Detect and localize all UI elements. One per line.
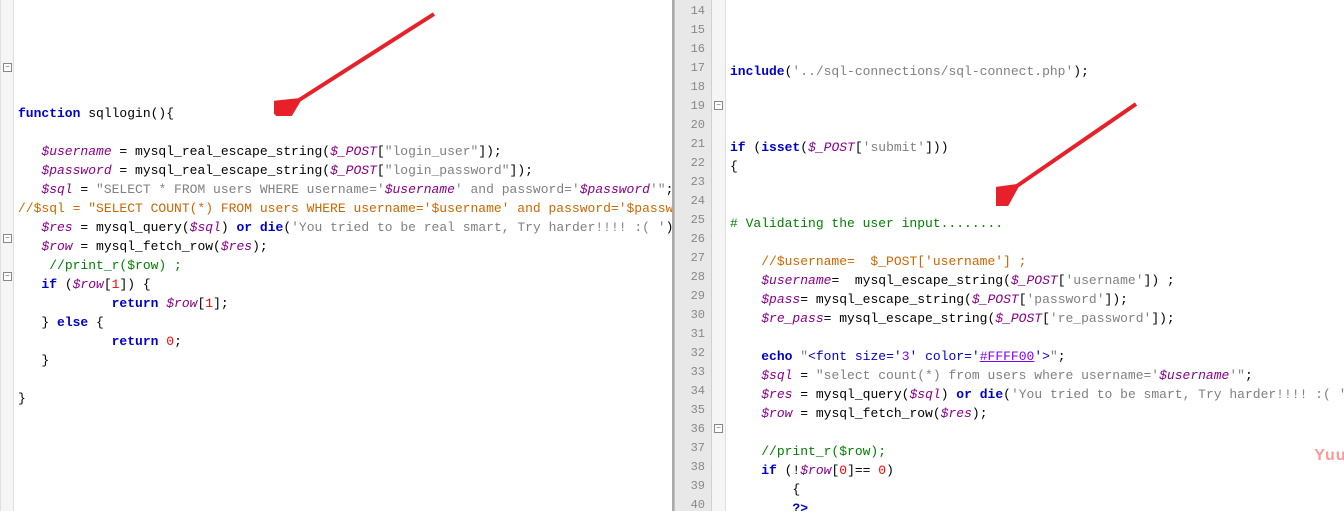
code-line[interactable]: $username= mysql_escape_string($_POST['u… [730, 271, 1344, 290]
code-line[interactable]: //print_r($row); [730, 442, 1344, 461]
code-line[interactable] [730, 233, 1344, 252]
code-line[interactable] [730, 119, 1344, 138]
line-number[interactable]: 26 [675, 230, 711, 249]
right-editor-pane: 1415161718192021222324252627282930313233… [674, 0, 1344, 511]
line-number[interactable]: 37 [675, 439, 711, 458]
code-line[interactable]: function sqllogin(){ [18, 104, 672, 123]
line-number[interactable]: 28 [675, 268, 711, 287]
fold-toggle-icon[interactable]: − [3, 63, 12, 72]
line-number[interactable]: 34 [675, 382, 711, 401]
line-number[interactable]: 38 [675, 458, 711, 477]
code-line[interactable]: $row = mysql_fetch_row($res); [730, 404, 1344, 423]
code-line[interactable] [18, 408, 672, 427]
code-line[interactable]: if (isset($_POST['submit'])) [730, 138, 1344, 157]
code-line[interactable] [730, 328, 1344, 347]
line-number[interactable]: 31 [675, 325, 711, 344]
line-number[interactable]: 33 [675, 363, 711, 382]
code-line[interactable]: //$username= $_POST['username'] ; [730, 252, 1344, 271]
code-line[interactable] [18, 446, 672, 465]
line-number[interactable]: 36 [675, 420, 711, 439]
line-number[interactable]: 17 [675, 59, 711, 78]
code-line[interactable]: $res = mysql_query($sql) or die('You tri… [18, 218, 672, 237]
line-number[interactable]: 16 [675, 40, 711, 59]
fold-toggle-icon[interactable]: − [714, 101, 723, 110]
left-fold-gutter[interactable]: − − − [0, 0, 14, 511]
code-line[interactable]: if ($row[1]) { [18, 275, 672, 294]
watermark: Yuucn.com [1314, 447, 1344, 465]
code-line[interactable]: } else { [18, 313, 672, 332]
line-number[interactable]: 25 [675, 211, 711, 230]
fold-toggle-icon[interactable]: − [3, 272, 12, 281]
code-line[interactable]: } [18, 389, 672, 408]
fold-toggle-icon[interactable]: − [3, 234, 12, 243]
code-line[interactable]: } [18, 351, 672, 370]
line-number[interactable]: 15 [675, 21, 711, 40]
line-number[interactable]: 39 [675, 477, 711, 496]
code-line[interactable] [730, 100, 1344, 119]
code-line[interactable] [18, 465, 672, 484]
right-fold-gutter[interactable]: −− [712, 0, 726, 511]
code-line[interactable]: include('../sql-connections/sql-connect.… [730, 62, 1344, 81]
code-line[interactable]: # Validating the user input........ [730, 214, 1344, 233]
code-line[interactable] [18, 484, 672, 503]
right-code-area[interactable]: Yuucn.com include('../sql-connections/sq… [726, 0, 1344, 511]
left-code-area[interactable]: function sqllogin(){ $username = mysql_r… [14, 0, 672, 511]
code-line[interactable]: $re_pass= mysql_escape_string($_POST['re… [730, 309, 1344, 328]
fold-toggle-icon[interactable]: − [714, 424, 723, 433]
line-number[interactable]: 24 [675, 192, 711, 211]
line-number[interactable]: 21 [675, 135, 711, 154]
line-number[interactable]: 35 [675, 401, 711, 420]
line-number[interactable]: 19 [675, 97, 711, 116]
code-line[interactable] [18, 427, 672, 446]
code-line[interactable]: { [730, 480, 1344, 499]
code-line[interactable] [730, 176, 1344, 195]
code-line[interactable]: $password = mysql_real_escape_string($_P… [18, 161, 672, 180]
code-line[interactable]: $username = mysql_real_escape_string($_P… [18, 142, 672, 161]
code-line[interactable] [18, 123, 672, 142]
code-line[interactable]: ?> [730, 499, 1344, 511]
code-line[interactable] [18, 66, 672, 85]
line-number[interactable]: 30 [675, 306, 711, 325]
code-line[interactable] [18, 370, 672, 389]
code-line[interactable]: $res = mysql_query($sql) or die('You tri… [730, 385, 1344, 404]
code-line[interactable]: return 0; [18, 332, 672, 351]
code-line[interactable] [18, 503, 672, 511]
code-line[interactable]: $row = mysql_fetch_row($res); [18, 237, 672, 256]
code-line[interactable]: //print_r($row) ; [18, 256, 672, 275]
line-number[interactable]: 23 [675, 173, 711, 192]
code-line[interactable] [18, 85, 672, 104]
line-number[interactable]: 20 [675, 116, 711, 135]
right-line-gutter[interactable]: 1415161718192021222324252627282930313233… [674, 0, 712, 511]
code-line[interactable] [730, 81, 1344, 100]
code-line[interactable]: return $row[1]; [18, 294, 672, 313]
code-line[interactable] [18, 47, 672, 66]
code-line[interactable]: //$sql = "SELECT COUNT(*) FROM users WHE… [18, 199, 672, 218]
line-number[interactable]: 14 [675, 2, 711, 21]
line-number[interactable]: 40 [675, 496, 711, 515]
line-number[interactable]: 32 [675, 344, 711, 363]
code-line[interactable]: if (!$row[0]== 0) [730, 461, 1344, 480]
code-line[interactable]: echo "<font size='3' color='#FFFF00'>"; [730, 347, 1344, 366]
code-line[interactable]: { [730, 157, 1344, 176]
code-line[interactable]: $sql = "SELECT * FROM users WHERE userna… [18, 180, 672, 199]
line-number[interactable]: 27 [675, 249, 711, 268]
code-line[interactable] [730, 423, 1344, 442]
code-line[interactable]: $sql = "select count(*) from users where… [730, 366, 1344, 385]
line-number[interactable]: 18 [675, 78, 711, 97]
code-line[interactable]: $pass= mysql_escape_string($_POST['passw… [730, 290, 1344, 309]
left-editor-pane: − − − function sqllogin(){ $username = mys… [0, 0, 672, 511]
code-line[interactable] [730, 195, 1344, 214]
line-number[interactable]: 22 [675, 154, 711, 173]
line-number[interactable]: 29 [675, 287, 711, 306]
